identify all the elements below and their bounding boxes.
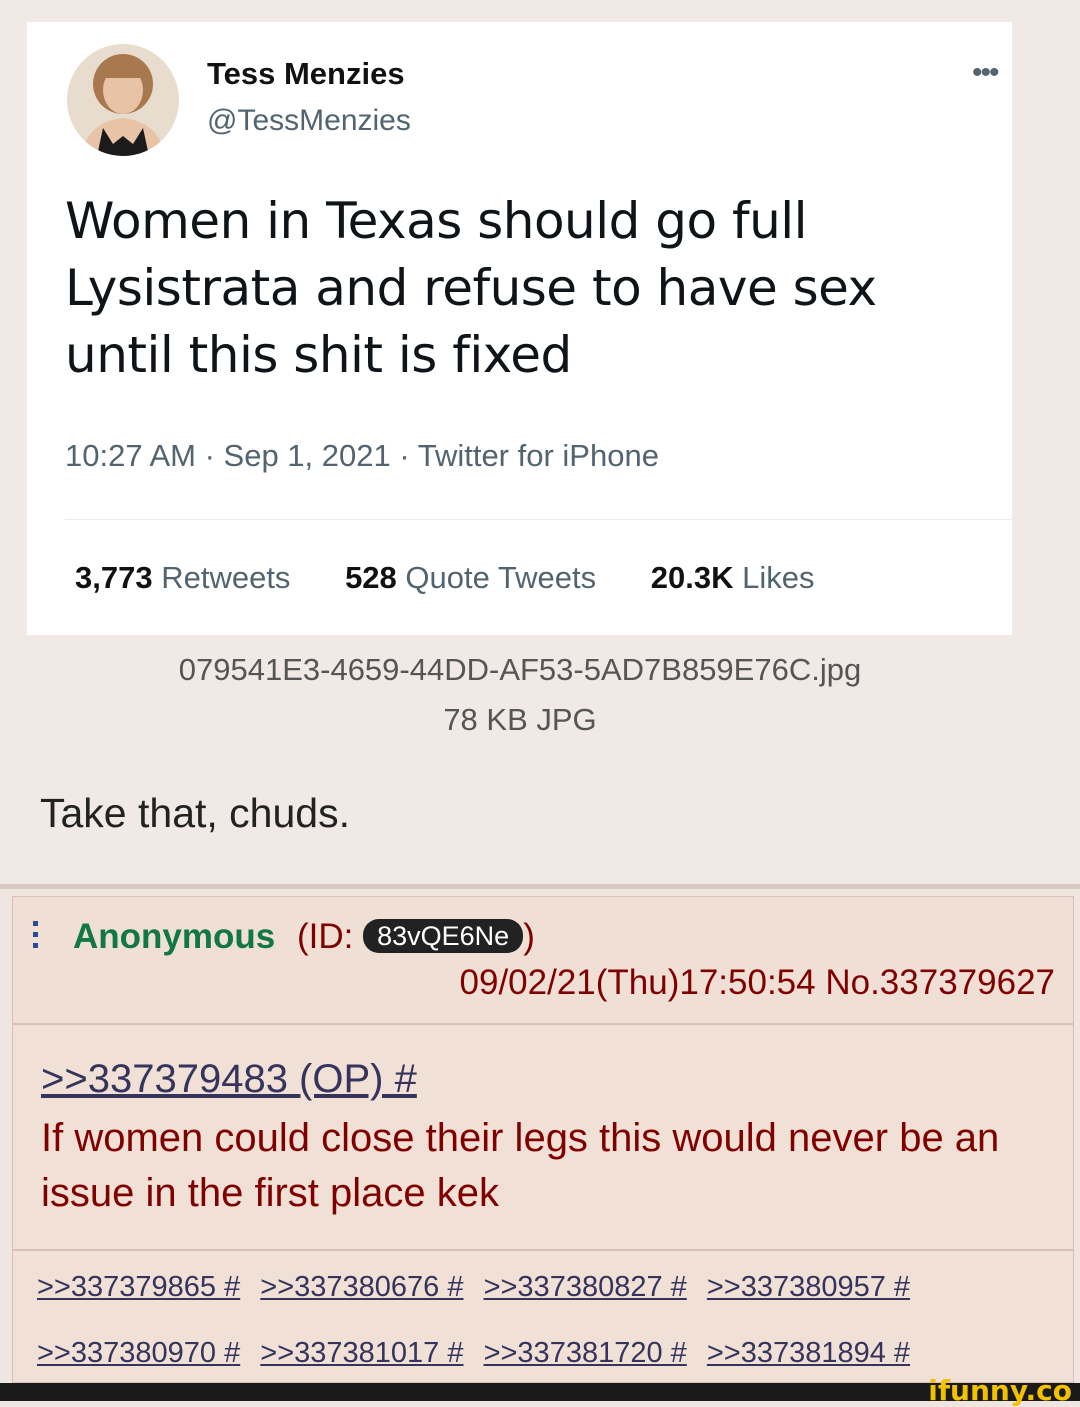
poster-id-badge[interactable]: 83vQE6Ne (363, 919, 524, 953)
backlink[interactable]: >>337381720 # (484, 1337, 687, 1369)
reply-post: Anonymous (ID: 83vQE6Ne) 09/02/21(Thu)17… (12, 896, 1074, 1383)
watermark-logo: ifunny.co (928, 1374, 1072, 1407)
backlink[interactable]: >>337380676 # (260, 1271, 463, 1303)
tweet-display-name[interactable]: Tess Menzies (207, 56, 405, 92)
backlink[interactable]: >>337380970 # (37, 1337, 240, 1369)
backlink[interactable]: >>337381017 # (260, 1337, 463, 1369)
poster-id[interactable]: (ID: 83vQE6Ne) (297, 917, 535, 957)
avatar (67, 44, 179, 156)
backlink[interactable]: >>337380957 # (707, 1271, 910, 1303)
retweets-stat[interactable]: 3,773 Retweets (75, 560, 290, 595)
more-dots-icon[interactable]: ••• (972, 58, 999, 88)
op-post: Tess Menzies @TessMenzies ••• Women in T… (0, 0, 1080, 884)
quote-tweets-stat[interactable]: 528 Quote Tweets (345, 560, 596, 595)
file-size: 78 KB JPG (443, 702, 597, 737)
tweet-handle[interactable]: @TessMenzies (207, 104, 411, 138)
backlinks-row: >>337380970 # >>337381017 # >>337381720 … (37, 1337, 922, 1370)
reply-header: Anonymous (ID: 83vQE6Ne) 09/02/21(Thu)17… (13, 897, 1073, 1025)
likes-stat[interactable]: 20.3K Likes (651, 560, 815, 595)
poster-name: Anonymous (73, 917, 276, 956)
divider (0, 884, 1080, 889)
footer-bar (0, 1383, 1080, 1401)
backlinks: >>337379865 # >>337380676 # >>337380827 … (13, 1249, 1073, 1386)
backlink[interactable]: >>337381894 # (707, 1337, 910, 1369)
backlink[interactable]: >>337379865 # (37, 1271, 240, 1303)
post-datetime-number[interactable]: 09/02/21(Thu)17:50:54 No.337379627 (460, 963, 1055, 1003)
reply-text: If women could close their legs this wou… (41, 1116, 1000, 1215)
tweet-timestamp: 10:27 AM · Sep 1, 2021 · Twitter for iPh… (65, 438, 659, 473)
post-menu-icon[interactable] (33, 921, 41, 954)
backlinks-row: >>337379865 # >>337380676 # >>337380827 … (37, 1271, 922, 1304)
op-comment: Take that, chuds. (40, 790, 350, 836)
tweet-screenshot: Tess Menzies @TessMenzies ••• Women in T… (27, 22, 1012, 635)
divider (65, 519, 1012, 520)
backlink[interactable]: >>337380827 # (484, 1271, 687, 1303)
tweet-text: Women in Texas should go full Lysistrata… (65, 192, 877, 384)
file-name[interactable]: 079541E3-4659-44DD-AF53-5AD7B859E76C.jpg (0, 652, 1040, 688)
quote-link[interactable]: >>337379483 (OP) # (41, 1057, 417, 1102)
tweet-stats: 3,773 Retweets 528 Quote Tweets 20.3K Li… (75, 560, 861, 596)
